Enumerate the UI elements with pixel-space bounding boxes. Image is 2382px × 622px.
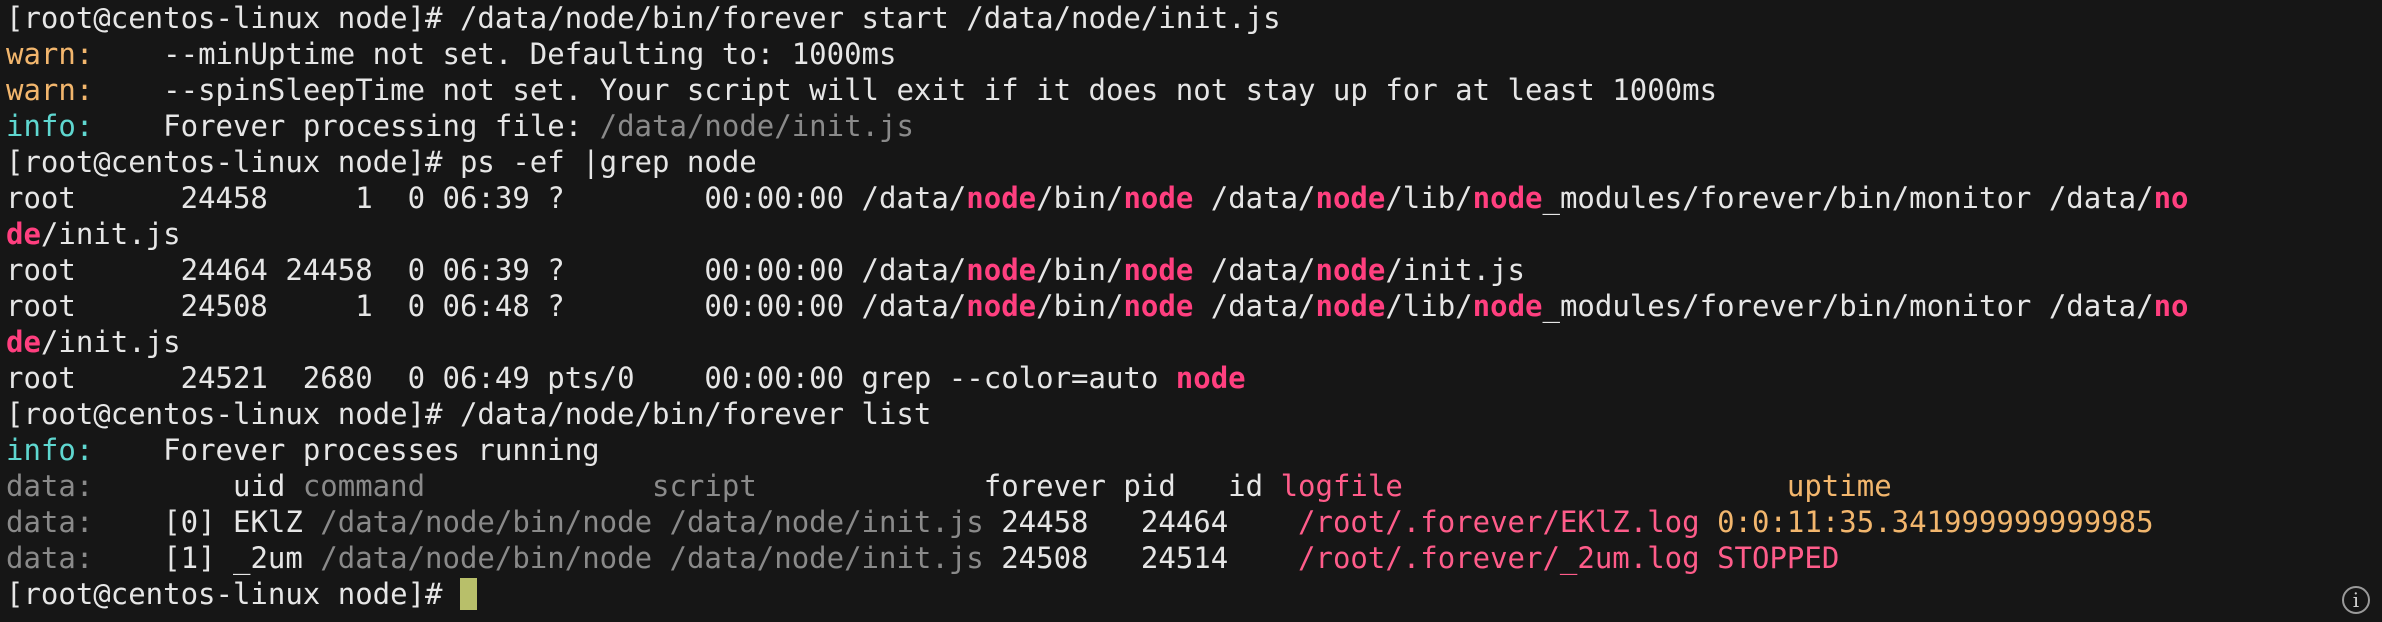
terminal-text: uptime bbox=[1786, 469, 1892, 503]
terminal-text: de bbox=[6, 217, 41, 251]
terminal-text: _modules/forever/bin/monitor /data/ bbox=[1542, 289, 2154, 323]
terminal-line: de/init.js bbox=[6, 216, 2382, 252]
terminal-text: /lib/ bbox=[1385, 181, 1473, 215]
terminal-line: root 24508 1 0 06:48 ? 00:00:00 /data/no… bbox=[6, 288, 2382, 324]
terminal-text: [1] _2um bbox=[93, 541, 321, 575]
terminal-text: node bbox=[1123, 289, 1194, 323]
terminal-text: /data/node/bin/node /data/node/init.js bbox=[320, 505, 1002, 539]
terminal-text: info: bbox=[6, 109, 94, 143]
terminal-text: /data/ bbox=[1193, 181, 1316, 215]
terminal-text: /data/ bbox=[1193, 253, 1316, 287]
terminal-text: node bbox=[1472, 289, 1543, 323]
terminal-text: node bbox=[1315, 253, 1386, 287]
terminal-line: data: [1] _2um /data/node/bin/node /data… bbox=[6, 540, 2382, 576]
terminal-text: node bbox=[966, 289, 1037, 323]
terminal-text: [root@centos-linux node]# bbox=[6, 577, 460, 611]
terminal-text: no bbox=[2153, 181, 2189, 215]
terminal-text: 24458 24464 bbox=[1001, 505, 1299, 539]
terminal-text: forever pid id bbox=[983, 469, 1281, 503]
terminal-line: [root@centos-linux node]# ps -ef |grep n… bbox=[6, 144, 2382, 180]
terminal-line: root 24464 24458 0 06:39 ? 00:00:00 /dat… bbox=[6, 252, 2382, 288]
terminal-text: _modules/forever/bin/monitor /data/ bbox=[1542, 181, 2154, 215]
terminal-line: info: Forever processes running bbox=[6, 432, 2382, 468]
terminal-text: 24508 24514 bbox=[1001, 541, 1299, 575]
terminal-text: node bbox=[1315, 181, 1386, 215]
terminal-text: /data/node/bin/node /data/node/init.js bbox=[320, 541, 1002, 575]
terminal-line: [root@centos-linux node]# /data/node/bin… bbox=[6, 0, 2382, 36]
terminal-text: Forever processes running bbox=[93, 433, 600, 467]
terminal-line: info: Forever processing file: /data/nod… bbox=[6, 108, 2382, 144]
terminal-line: root 24458 1 0 06:39 ? 00:00:00 /data/no… bbox=[6, 180, 2382, 216]
terminal-text: /lib/ bbox=[1385, 289, 1473, 323]
terminal-window[interactable]: [root@centos-linux node]# /data/node/bin… bbox=[0, 0, 2382, 622]
terminal-text: warn: bbox=[6, 73, 94, 107]
terminal-text: root 24464 24458 0 06:39 ? 00:00:00 /dat… bbox=[6, 253, 967, 287]
terminal-line: warn: --minUptime not set. Defaulting to… bbox=[6, 36, 2382, 72]
terminal-text: node bbox=[966, 181, 1037, 215]
terminal-text: root 24521 2680 0 06:49 pts/0 00:00:00 g… bbox=[6, 361, 1176, 395]
terminal-line: de/init.js bbox=[6, 324, 2382, 360]
terminal-text: [root@centos-linux node]# /data/node/bin… bbox=[6, 1, 1281, 35]
terminal-text: /root/.forever/_2um.log bbox=[1298, 541, 1718, 575]
text-cursor bbox=[459, 578, 477, 610]
terminal-text: no bbox=[2153, 289, 2189, 323]
terminal-text: de bbox=[6, 325, 41, 359]
terminal-output: [root@centos-linux node]# /data/node/bin… bbox=[6, 0, 2382, 612]
terminal-text: [root@centos-linux node]# /data/node/bin… bbox=[6, 397, 932, 431]
terminal-text: root 24458 1 0 06:39 ? 00:00:00 /data/ bbox=[6, 181, 967, 215]
terminal-text: node bbox=[1123, 181, 1194, 215]
terminal-text: /init.js bbox=[40, 325, 181, 359]
terminal-text: data: bbox=[6, 541, 94, 575]
prompt-line[interactable]: [root@centos-linux node]# bbox=[6, 576, 2382, 612]
terminal-text: /bin/ bbox=[1036, 181, 1124, 215]
terminal-text: root 24508 1 0 06:48 ? 00:00:00 /data/ bbox=[6, 289, 967, 323]
terminal-text: command script bbox=[302, 469, 984, 503]
terminal-text: logfile bbox=[1280, 469, 1787, 503]
terminal-line: [root@centos-linux node]# /data/node/bin… bbox=[6, 396, 2382, 432]
terminal-text: /data/ bbox=[1193, 289, 1316, 323]
terminal-text: /bin/ bbox=[1036, 289, 1124, 323]
terminal-text: /data/node/init.js bbox=[599, 109, 914, 143]
terminal-text: [0] EKlZ bbox=[93, 505, 321, 539]
terminal-text: 0:0:11:35.341999999999985 bbox=[1717, 505, 2154, 539]
terminal-text: node bbox=[1472, 181, 1543, 215]
terminal-text: node bbox=[1123, 253, 1194, 287]
info-icon[interactable]: i bbox=[2342, 586, 2370, 614]
terminal-text: warn: bbox=[6, 37, 94, 71]
terminal-text: --spinSleepTime not set. Your script wil… bbox=[93, 73, 1718, 107]
terminal-text: data: bbox=[6, 469, 94, 503]
terminal-text: uid bbox=[93, 469, 303, 503]
terminal-text: info: bbox=[6, 433, 94, 467]
terminal-line: warn: --spinSleepTime not set. Your scri… bbox=[6, 72, 2382, 108]
terminal-text: node bbox=[1175, 361, 1246, 395]
terminal-text: /init.js bbox=[40, 217, 181, 251]
terminal-text: node bbox=[1315, 289, 1386, 323]
terminal-line: data: uid command script forever pid id … bbox=[6, 468, 2382, 504]
terminal-line: data: [0] EKlZ /data/node/bin/node /data… bbox=[6, 504, 2382, 540]
terminal-text: [root@centos-linux node]# ps -ef |grep n… bbox=[6, 145, 757, 179]
terminal-line: root 24521 2680 0 06:49 pts/0 00:00:00 g… bbox=[6, 360, 2382, 396]
terminal-text: Forever processing file: bbox=[93, 109, 600, 143]
terminal-text: /init.js bbox=[1385, 253, 1526, 287]
terminal-text: /bin/ bbox=[1036, 253, 1124, 287]
terminal-text: node bbox=[966, 253, 1037, 287]
terminal-text: /root/.forever/EKlZ.log bbox=[1298, 505, 1718, 539]
terminal-text: --minUptime not set. Defaulting to: 1000… bbox=[93, 37, 897, 71]
terminal-text: data: bbox=[6, 505, 94, 539]
terminal-text: STOPPED bbox=[1717, 541, 1840, 575]
